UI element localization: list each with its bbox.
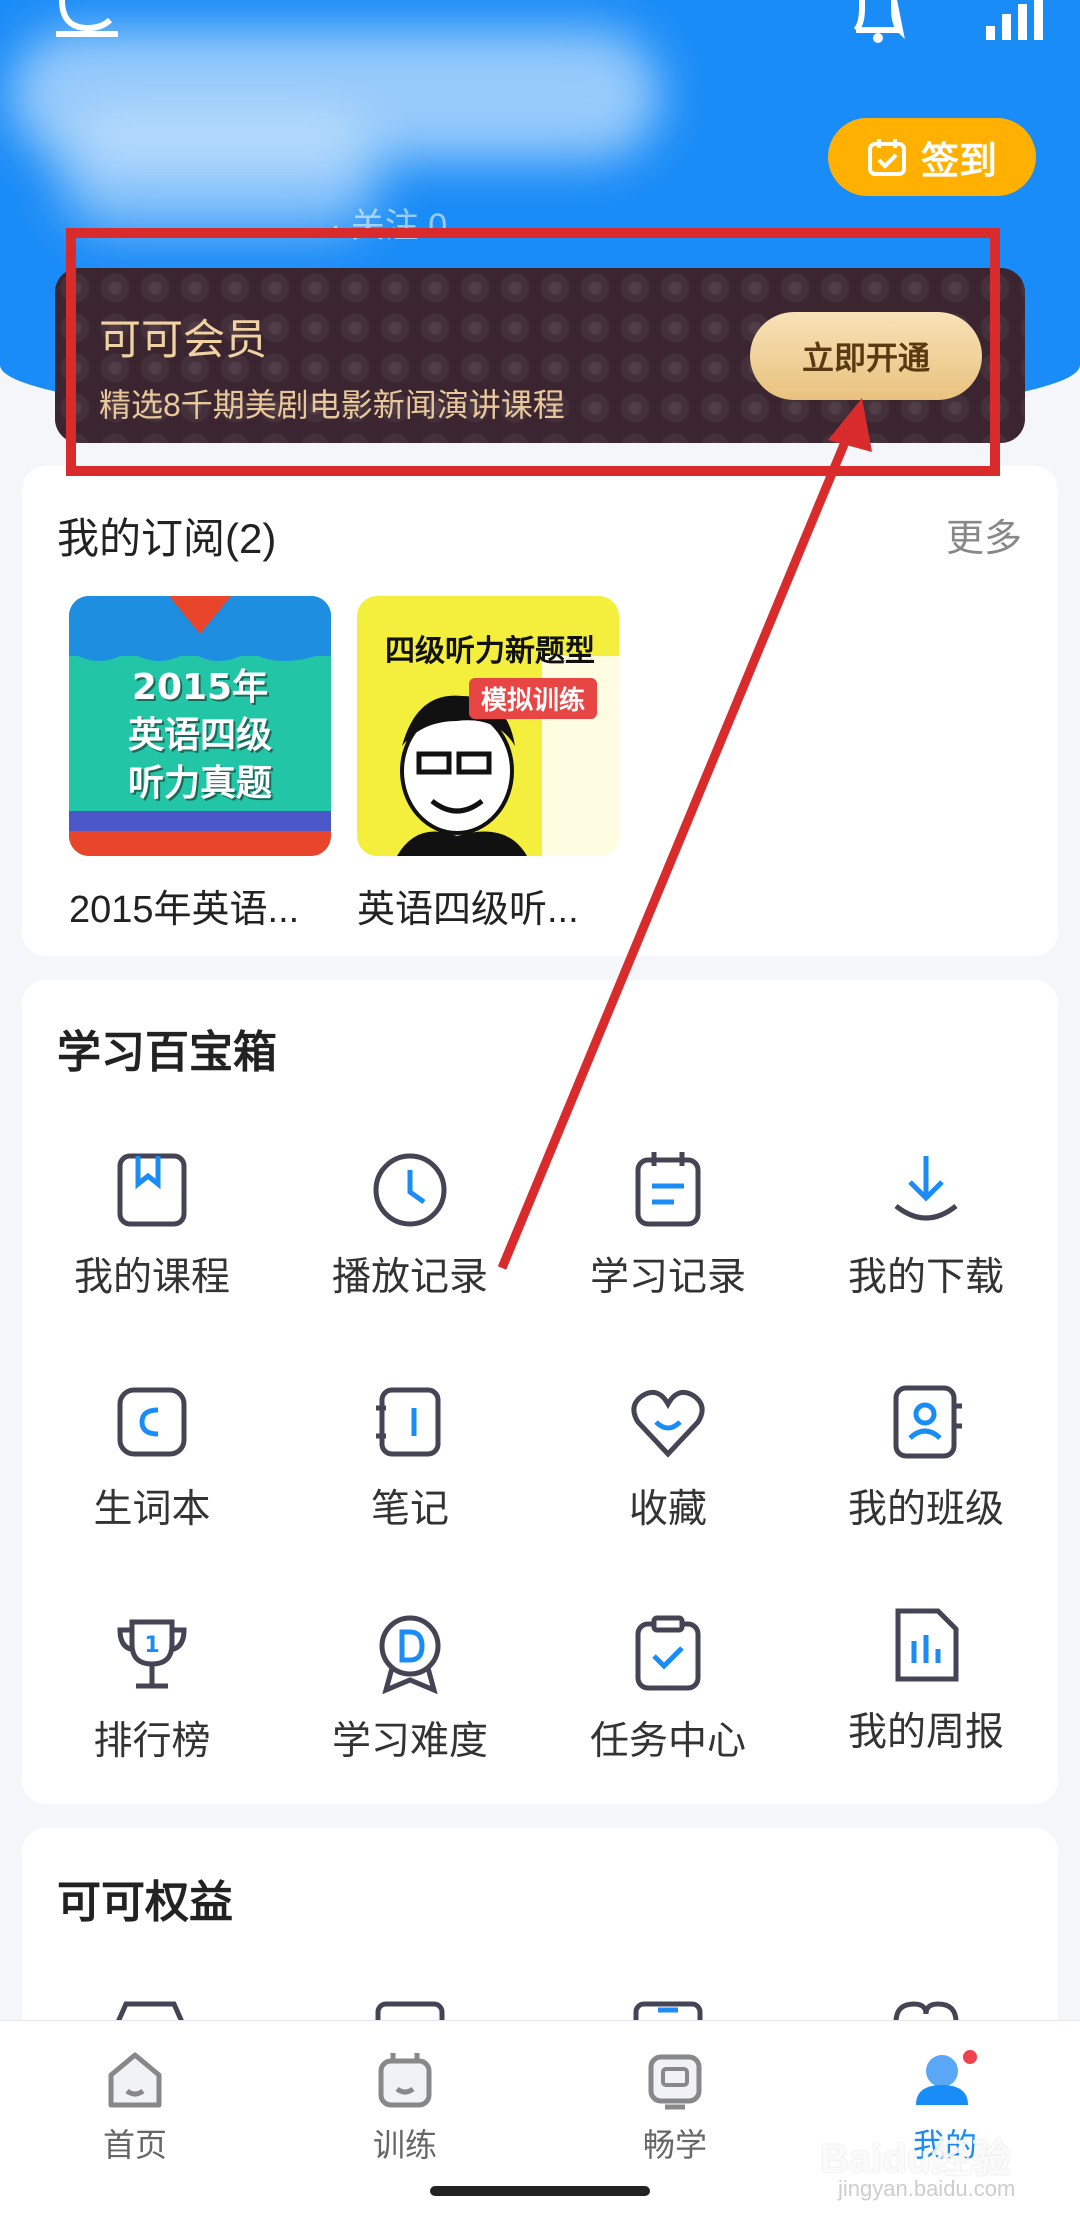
tab-train[interactable]: 训练 [325, 2049, 485, 2166]
tv-icon [648, 2054, 702, 2110]
tool-label: 排行榜 [93, 1720, 211, 1763]
tool-label: 生词本 [93, 1488, 211, 1531]
tab-home[interactable]: 首页 [55, 2049, 215, 2166]
tool-favorites[interactable]: 收藏 [538, 1382, 798, 1534]
tool-label: 我的周报 [847, 1711, 1004, 1754]
tool-label: 我的班级 [847, 1488, 1004, 1531]
watermark-url: jingyan.baidu.com [838, 2176, 1016, 2201]
tool-task-center[interactable]: 任务中心 [538, 1614, 798, 1766]
tab-label: 训练 [372, 2127, 437, 2163]
svg-text:1: 1 [144, 1633, 159, 1658]
home-icon [108, 2052, 162, 2108]
tool-difficulty[interactable]: 学习难度 [280, 1614, 540, 1766]
tool-my-class[interactable]: 我的班级 [796, 1382, 1056, 1534]
tool-label: 学习难度 [331, 1720, 488, 1763]
tool-notes[interactable]: 笔记 [280, 1382, 540, 1534]
tool-label: 笔记 [370, 1488, 449, 1531]
tab-label: 畅学 [642, 2127, 707, 2163]
rights-icon-1 [115, 2001, 185, 2022]
tool-weekly-report[interactable]: 我的周报 [796, 1605, 1056, 1757]
difficulty-badge-icon [379, 1615, 441, 1694]
weekly-report-icon [895, 1608, 959, 1682]
tool-leaderboard[interactable]: 1 排行榜 [22, 1614, 282, 1766]
tool-label: 任务中心 [589, 1720, 746, 1763]
tool-label: 收藏 [628, 1488, 707, 1531]
task-check-icon [635, 1615, 701, 1691]
home-indicator[interactable] [430, 2186, 650, 2196]
trophy-icon: 1 [117, 1619, 187, 1689]
rights-icon-2 [375, 2001, 445, 2022]
tool-vocabulary[interactable]: 生词本 [22, 1382, 282, 1534]
rights-title: 可可权益 [57, 1878, 233, 1927]
vocabulary-book-icon [117, 1387, 187, 1457]
train-icon [378, 2053, 432, 2108]
class-contact-icon [893, 1385, 962, 1459]
notebook-icon [376, 1387, 441, 1457]
profile-icon [916, 2050, 977, 2105]
annotation-arrow [497, 398, 872, 1270]
rights-icon-4 [893, 2001, 959, 2022]
rights-icon-3 [633, 2001, 703, 2022]
tab-learn[interactable]: 畅学 [595, 2049, 755, 2166]
tab-label: 首页 [102, 2127, 167, 2163]
heart-icon [631, 1389, 705, 1458]
